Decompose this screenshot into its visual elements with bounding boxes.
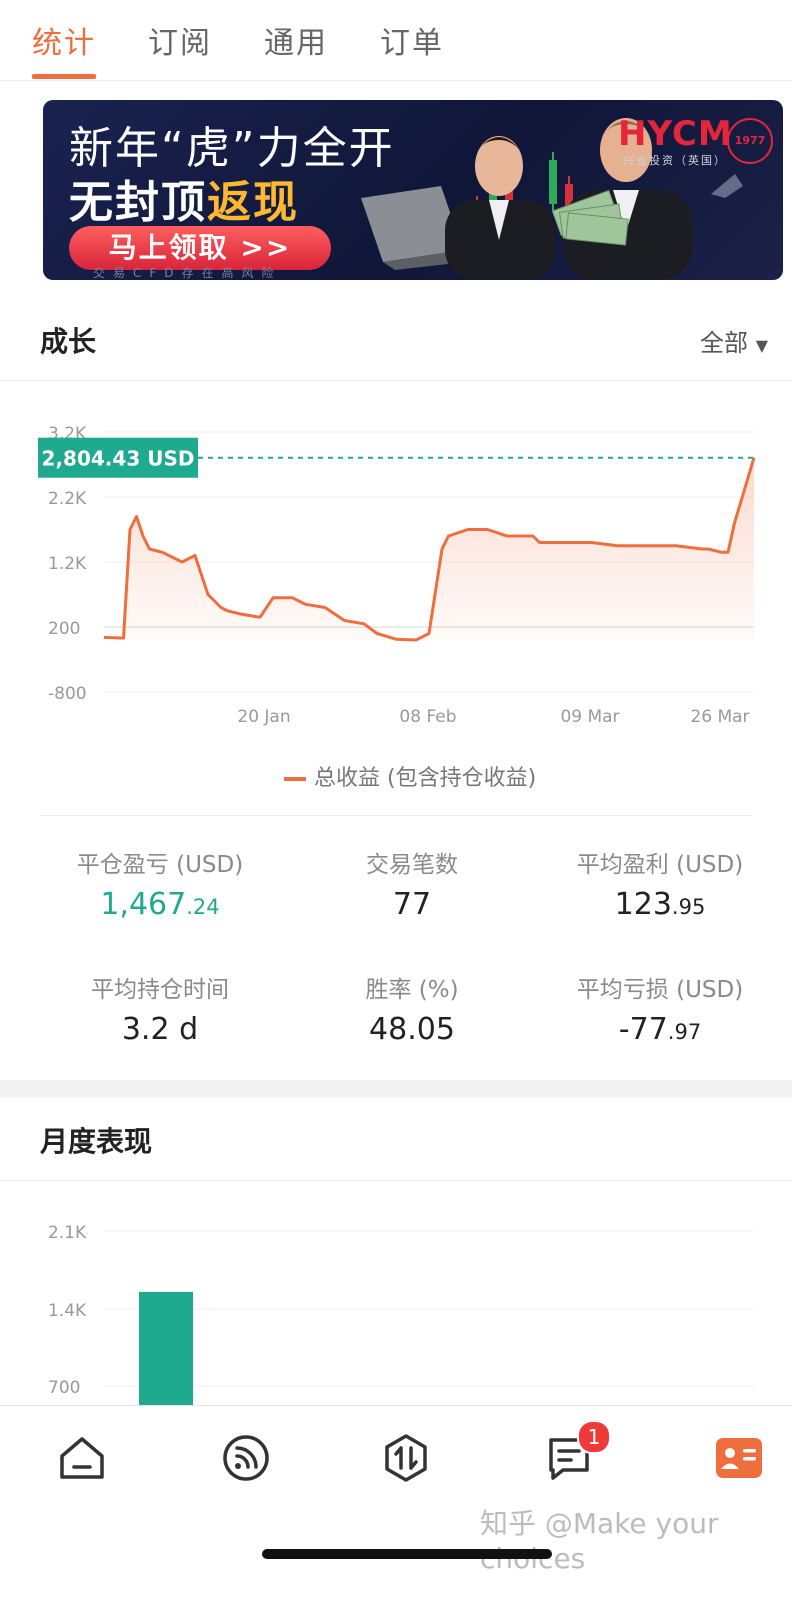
tab-subscriptions[interactable]: 订阅	[148, 18, 212, 62]
watermark: 知乎 @Make your choices	[480, 1507, 719, 1575]
top-tab-bar: 统计 订阅 通用 订单	[0, 0, 792, 81]
nav-subscription[interactable]	[220, 1432, 272, 1484]
tab-orders[interactable]: 订单	[380, 18, 444, 62]
growth-chart: 3.2K2.2K1.2K200-80020 Jan 08 Feb 09 Mar 26 …	[38, 424, 756, 727]
y-tick-label: 1.2K	[48, 554, 87, 574]
anniversary-badge: 1977	[727, 118, 773, 164]
y-tick-label: 200	[48, 619, 80, 639]
active-tab-underline	[32, 74, 96, 79]
stat-closed-pnl-decimal: .24	[186, 895, 220, 919]
legend-swatch	[284, 777, 306, 781]
x-tick-label: 08 Feb	[399, 707, 456, 727]
banner-subheadline-b: 返现	[207, 177, 299, 228]
trade-icon	[385, 1434, 427, 1482]
growth-title: 成长	[40, 325, 97, 358]
banner-subheadline: 无封顶返现	[69, 166, 299, 230]
stat-win-rate-label: 胜率 (%)	[365, 977, 459, 1003]
stat-trade-count-label: 交易笔数	[366, 852, 458, 878]
stat-avg-profit-main: 123	[614, 887, 672, 922]
stat-avg-profit-value: 123.95	[528, 887, 792, 922]
series-area	[104, 457, 754, 640]
stat-avg-loss-main: -77	[618, 1012, 668, 1047]
promo-banner[interactable]: 新年“虎”力全开 无封顶返现 马上领取 >> HYCM 兴业投资（英国） 197…	[43, 100, 783, 280]
stat-avg-hold-value: 3.2 d	[121, 1012, 199, 1047]
stat-trade-count-value: 77	[392, 887, 432, 922]
current-value-label: 2,804.43 USD	[42, 447, 195, 471]
nav-profile[interactable]	[716, 1432, 768, 1484]
banner-subheadline-a: 无封顶	[69, 177, 207, 228]
stat-avg-loss-value: -77.97	[528, 1012, 792, 1047]
unread-badge: 1	[577, 1420, 611, 1454]
stat-closed-pnl-value: 1,467.24	[28, 887, 292, 922]
y-tick-label: 2.1K	[48, 1223, 87, 1243]
nav-trade[interactable]	[380, 1432, 432, 1484]
x-tick-label: 20 Jan	[237, 707, 290, 727]
section-separator	[0, 1080, 792, 1098]
stat-avg-loss-decimal: .97	[667, 1020, 702, 1044]
filter-label: 全部	[700, 329, 749, 357]
home-icon	[60, 1437, 104, 1479]
chart-legend: 总收益 (包含持仓收益)	[284, 760, 536, 792]
stat-avg-hold-label: 平均持仓时间	[91, 977, 229, 1003]
range-filter-dropdown[interactable]: 全部 ▼	[700, 323, 768, 358]
subscription-icon	[223, 1435, 269, 1481]
nav-messages[interactable]: 1	[543, 1420, 611, 1484]
tab-statistics[interactable]: 统计	[32, 18, 96, 62]
bottom-navigation: 1 知乎 @Make your choices	[0, 1405, 792, 1597]
stats-divider	[40, 815, 752, 816]
stat-avg-loss-label: 平均亏损 (USD)	[576, 977, 744, 1003]
x-tick-label: 09 Mar	[560, 707, 619, 727]
tab-general[interactable]: 通用	[264, 18, 328, 62]
brand-subtitle: 兴业投资（英国）	[623, 154, 727, 167]
y-tick-label: 1.4K	[48, 1301, 87, 1321]
hycm-logo: HYCM	[618, 114, 733, 154]
y-tick-label: 2.2K	[48, 489, 87, 509]
nav-home[interactable]	[56, 1432, 108, 1484]
caret-down-icon: ▼	[755, 336, 768, 355]
stat-win-rate-value: 48.05	[369, 1012, 455, 1047]
y-tick-label: -800	[48, 684, 87, 704]
stat-avg-profit-decimal: .95	[671, 895, 706, 919]
section-divider	[0, 380, 792, 381]
monthly-title: 月度表现	[40, 1125, 153, 1158]
stat-avg-profit-label: 平均盈利 (USD)	[576, 852, 744, 878]
y-tick-label: 700	[48, 1378, 80, 1398]
stat-closed-pnl-main: 1,467	[100, 887, 187, 922]
risk-footnote: 交易CFD存在高风险	[93, 266, 282, 280]
stat-closed-pnl-label: 平仓盈亏 (USD)	[76, 852, 244, 878]
home-indicator	[262, 1549, 552, 1559]
legend-label: 总收益 (包含持仓收益)	[314, 766, 537, 791]
profile-card-icon	[716, 1438, 762, 1478]
x-tick-label: 26 Mar	[690, 707, 749, 727]
monthly-bar-chart: 2.1K 1.4K 700	[48, 1223, 754, 1406]
bar	[139, 1291, 193, 1406]
